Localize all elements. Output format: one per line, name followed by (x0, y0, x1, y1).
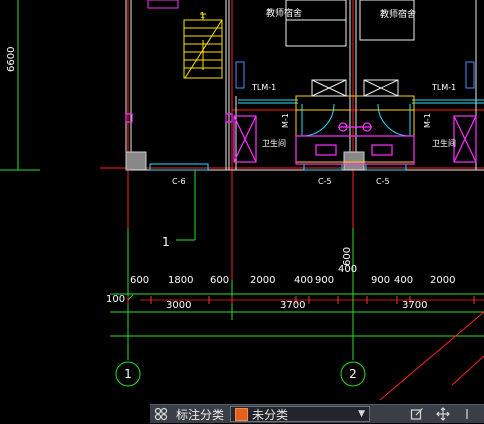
category-icon[interactable] (150, 405, 172, 424)
dim-row1-5: 900 (315, 275, 334, 286)
overflow-icon[interactable] (458, 405, 480, 424)
dim-mid-low: 400 (338, 264, 357, 275)
dim-row1-0: 600 (130, 275, 149, 286)
toolbar-label: 标注分类 (176, 407, 225, 422)
elevation-label: 100 (106, 294, 125, 305)
category-select[interactable]: 未分类 ▼ (230, 406, 371, 422)
annotation-toolbar: 标注分类 未分类 ▼ (150, 404, 484, 423)
axis-label-1: 1 (124, 367, 132, 381)
cad-canvas[interactable]: 教师宿舍 教师宿舍 卫生间 卫生间 TLM-1 TLM-1 M-1 M-1 C-… (0, 0, 484, 423)
window-tag-tlm-left: TLM-1 (251, 83, 276, 92)
window-tag-c5-right: C-5 (376, 177, 390, 186)
dim-row2-1: 3700 (280, 300, 305, 311)
window-tag-c5-left: C-5 (318, 177, 332, 186)
room-label-top-left: 教师宿舍 (266, 7, 302, 19)
dim-row2-2: 3700 (402, 300, 427, 311)
window-tag-tlm-right: TLM-1 (431, 83, 456, 92)
section-marker: 1 (162, 235, 170, 249)
chevron-down-icon: ▼ (358, 409, 366, 419)
move-icon[interactable] (432, 405, 454, 424)
window-tag-m1-right: M-1 (423, 113, 432, 128)
dim-row1-4: 400 (294, 275, 313, 286)
bathroom-label-left: 卫生间 (262, 138, 286, 148)
edit-icon[interactable] (406, 405, 428, 424)
stair-marker: 1 (200, 11, 205, 20)
dim-row2-0: 3000 (166, 300, 191, 311)
stair (183, 13, 223, 79)
window-tag-m1-left: M-1 (281, 113, 290, 128)
category-color-swatch (235, 407, 249, 421)
dim-row1-1: 1800 (168, 275, 193, 286)
dim-row1-8: 2000 (430, 275, 455, 286)
axis-label-2: 2 (349, 367, 357, 381)
dim-row1-2: 600 (210, 275, 229, 286)
bathroom-label-right: 卫生间 (432, 138, 456, 148)
left-dimension-label: 6600 (6, 47, 17, 72)
dim-row1-6: 900 (371, 275, 390, 286)
room-label-top-right: 教师宿舍 (380, 8, 416, 20)
diagonal-lines (379, 311, 484, 401)
category-select-value: 未分类 (252, 407, 289, 422)
dim-row1-7: 400 (394, 275, 413, 286)
walls (125, 0, 484, 171)
grid-lines (100, 0, 484, 301)
dim-row1-3: 2000 (250, 275, 275, 286)
window-tag-c6: C-6 (172, 177, 186, 186)
